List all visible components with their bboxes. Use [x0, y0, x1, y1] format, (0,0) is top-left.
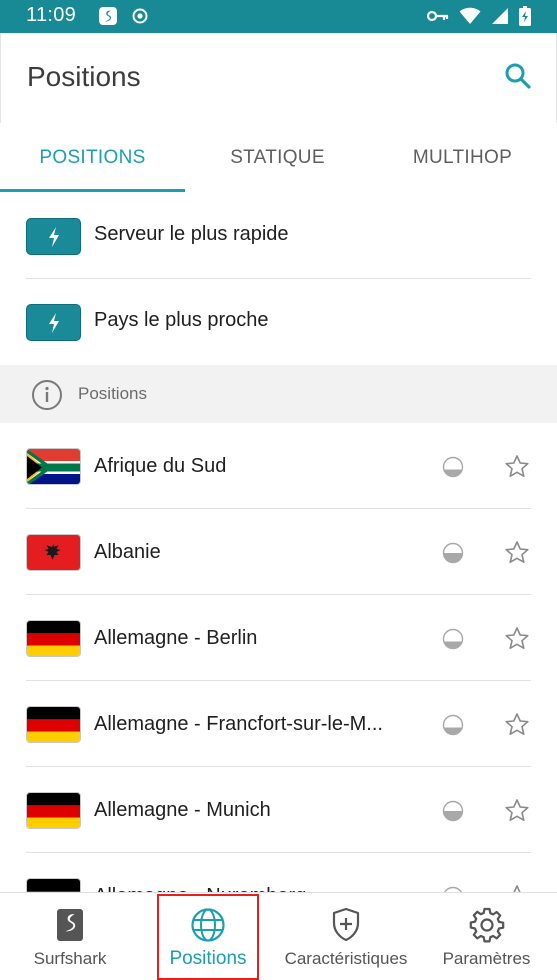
tab-positions[interactable]: POSITIONS — [0, 123, 185, 193]
signal-icon — [491, 7, 509, 30]
favorite-star-icon[interactable] — [503, 453, 531, 486]
location-label: Allemagne - Munich — [94, 799, 271, 821]
nearest-country-label: Pays le plus proche — [94, 309, 269, 331]
search-icon — [505, 63, 531, 89]
location-row[interactable]: Afrique du Sud — [0, 423, 557, 509]
location-row[interactable]: Allemagne - Francfort-sur-le-M... — [0, 681, 557, 767]
shield-plus-icon — [331, 907, 361, 943]
vpn-key-icon — [426, 9, 449, 28]
section-header-positions: Positions — [0, 365, 557, 423]
albania-flag — [26, 534, 81, 571]
status-bar: 11:09 — [0, 0, 557, 33]
server-load-icon — [442, 628, 464, 655]
server-load-icon — [442, 800, 464, 827]
tab-multihop[interactable]: MULTIHOP — [370, 123, 555, 193]
tab-bar: POSITIONS STATIQUE MULTIHOP — [0, 123, 557, 193]
location-row[interactable]: Allemagne - Munich — [0, 767, 557, 853]
battery-charging-icon — [519, 6, 531, 31]
record-icon — [132, 8, 148, 29]
nav-label: Paramètres — [442, 949, 531, 968]
location-label: Allemagne - Francfort-sur-le-M... — [94, 713, 383, 735]
selection-highlight — [157, 894, 259, 980]
germany-flag — [26, 620, 81, 657]
south-africa-flag — [26, 448, 81, 485]
page-title: Positions — [27, 61, 141, 92]
tab-statique[interactable]: STATIQUE — [185, 123, 370, 193]
location-label: Afrique du Sud — [94, 455, 227, 477]
wifi-icon — [459, 7, 481, 30]
nav-label: Surfshark — [33, 949, 107, 968]
server-load-icon — [442, 542, 464, 569]
bolt-icon — [26, 304, 81, 341]
search-button[interactable] — [502, 60, 534, 92]
germany-flag — [26, 706, 81, 743]
location-row[interactable]: Allemagne - Berlin — [0, 595, 557, 681]
nav-label: Caractéristiques — [284, 949, 408, 968]
surfshark-logo-icon — [55, 907, 85, 943]
location-row[interactable]: Albanie — [0, 509, 557, 595]
nearest-country-row[interactable]: Pays le plus proche — [0, 279, 557, 365]
fastest-server-row[interactable]: Serveur le plus rapide — [0, 193, 557, 279]
app-bar: Positions — [0, 33, 557, 123]
favorite-star-icon[interactable] — [503, 625, 531, 658]
server-load-icon — [442, 714, 464, 741]
surfshark-notif-icon — [98, 6, 118, 31]
fastest-server-label: Serveur le plus rapide — [94, 223, 289, 245]
bolt-icon — [26, 218, 81, 255]
gear-icon — [469, 907, 505, 943]
favorite-star-icon[interactable] — [503, 711, 531, 744]
location-label: Allemagne - Berlin — [94, 627, 258, 649]
favorite-star-icon[interactable] — [503, 797, 531, 830]
server-load-icon — [442, 456, 464, 483]
nav-parametres[interactable]: Paramètres — [416, 893, 557, 980]
section-label: Positions — [78, 384, 147, 403]
germany-flag — [26, 792, 81, 829]
location-label: Albanie — [94, 541, 161, 563]
info-icon[interactable] — [31, 379, 63, 416]
active-tab-indicator — [0, 189, 185, 192]
bottom-nav: Surfshark Positions Caractéristiques Par… — [0, 892, 557, 980]
status-time: 11:09 — [26, 4, 77, 26]
favorite-star-icon[interactable] — [503, 539, 531, 572]
nav-surfshark[interactable]: Surfshark — [0, 893, 140, 980]
nav-caracteristiques[interactable]: Caractéristiques — [276, 893, 416, 980]
